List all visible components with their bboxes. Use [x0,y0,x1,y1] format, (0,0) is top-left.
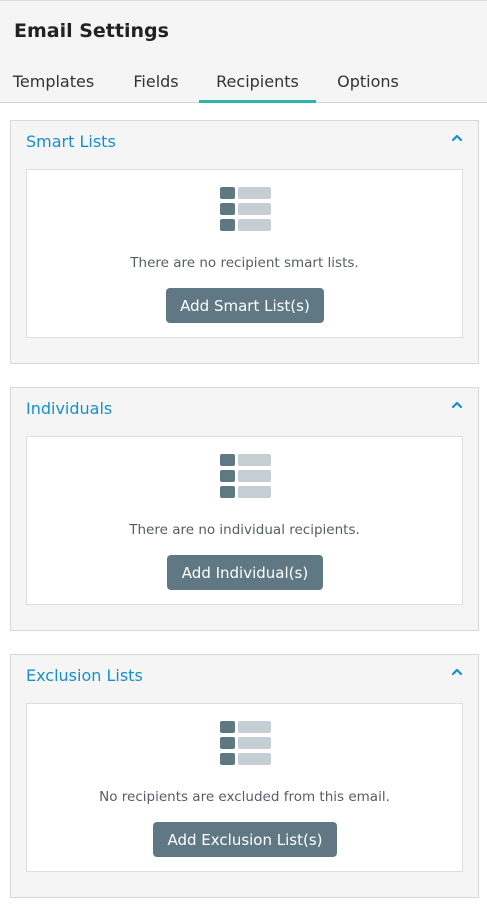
chevron-up-icon[interactable] [450,398,464,412]
exclusion-lists-panel: Exclusion Lists No recipients are exclud… [10,654,479,898]
chevron-up-icon[interactable] [450,131,464,145]
add-individual-button[interactable]: Add Individual(s) [167,555,323,590]
empty-state-message: There are no individual recipients. [129,522,360,538]
add-exclusion-list-button[interactable]: Add Exclusion List(s) [153,822,337,857]
individuals-empty-card: There are no individual recipients. Add … [26,436,463,605]
tab-templates[interactable]: Templates [0,63,107,103]
tab-recipients[interactable]: Recipients [199,63,316,103]
list-icon [220,721,271,765]
smart-lists-empty-card: There are no recipient smart lists. Add … [26,169,463,338]
exclusion-lists-empty-card: No recipients are excluded from this ema… [26,703,463,872]
page-title: Email Settings [14,20,169,42]
individuals-panel: Individuals There are no individual reci… [10,387,479,631]
list-icon [220,187,271,231]
chevron-up-icon[interactable] [450,665,464,679]
add-smart-list-button[interactable]: Add Smart List(s) [166,288,324,323]
tab-bar: Templates Fields Recipients Options [0,63,487,103]
header: Email Settings Templates Fields Recipien… [0,0,487,103]
tab-options[interactable]: Options [322,63,414,103]
tab-fields[interactable]: Fields [114,63,198,103]
list-icon [220,454,271,498]
empty-state-message: No recipients are excluded from this ema… [99,789,390,805]
smart-lists-title[interactable]: Smart Lists [26,132,116,151]
exclusion-lists-title[interactable]: Exclusion Lists [26,666,143,685]
smart-lists-panel: Smart Lists There are no recipient smart… [10,120,479,364]
empty-state-message: There are no recipient smart lists. [130,255,359,271]
individuals-title[interactable]: Individuals [26,399,112,418]
